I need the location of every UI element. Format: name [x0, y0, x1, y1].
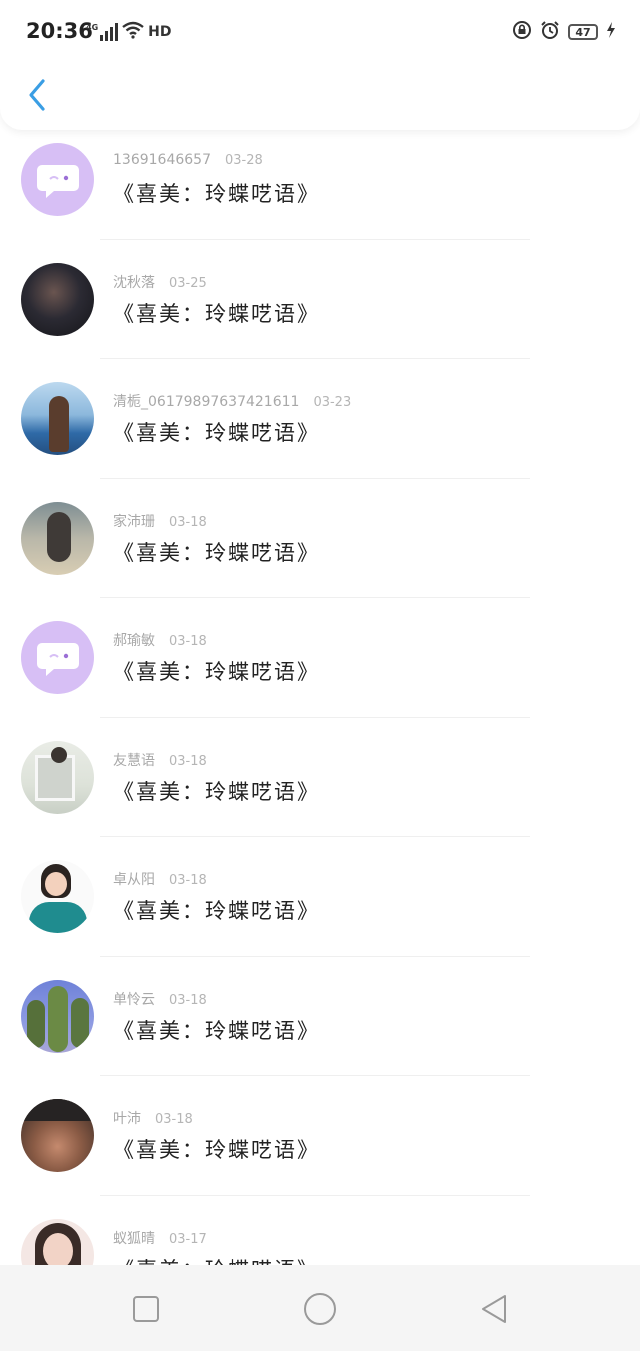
photo-avatar: [21, 263, 94, 336]
divider: [100, 597, 530, 598]
photo-avatar: [21, 502, 94, 575]
post-date: 03-17: [169, 1232, 207, 1247]
list-item[interactable]: 卓从阳 03-18 《喜美：玲蝶呓语》: [0, 847, 640, 967]
author-name: 郝瑜敏: [113, 633, 155, 649]
divider: [100, 478, 530, 479]
divider: [100, 358, 530, 359]
triangle-back-icon: [482, 1295, 506, 1323]
author-name: 单怜云: [113, 992, 155, 1008]
item-title: 《喜美：玲蝶呓语》: [113, 182, 320, 206]
item-title: 《喜美：玲蝶呓语》: [113, 899, 320, 923]
divider: [100, 836, 530, 837]
photo-avatar: [21, 1099, 94, 1172]
author-name: 叶沛: [113, 1111, 141, 1127]
back-button[interactable]: [20, 76, 54, 114]
post-date: 03-25: [169, 276, 207, 291]
list-item[interactable]: 单怜云 03-18 《喜美：玲蝶呓语》: [0, 966, 640, 1086]
status-bar: 20:36 4G HD 47: [0, 0, 640, 64]
chevron-left-icon: [29, 79, 45, 111]
recent-apps-button[interactable]: [124, 1287, 168, 1331]
system-navigation-bar: [0, 1265, 640, 1351]
photo-avatar: [21, 980, 94, 1053]
list-item[interactable]: 家沛珊 03-18 《喜美：玲蝶呓语》: [0, 488, 640, 608]
network-type-label: 4G: [86, 23, 99, 32]
post-date: 03-18: [169, 515, 207, 530]
default-chat-avatar: [21, 143, 94, 216]
list-item[interactable]: 蚁狐晴 03-17 《喜美：玲蝶呓语》: [0, 1206, 640, 1265]
item-title: 《喜美：玲蝶呓语》: [113, 780, 320, 804]
post-date: 03-18: [169, 993, 207, 1008]
author-name: 13691646657: [113, 152, 211, 168]
list-item[interactable]: 13691646657 03-28 《喜美：玲蝶呓语》: [0, 130, 640, 250]
item-meta: 郝瑜敏 03-18: [113, 630, 207, 650]
post-date: 03-18: [155, 1112, 193, 1127]
lock-rotation-icon: [512, 20, 532, 44]
divider: [100, 956, 530, 957]
app-header: 20:36 4G HD 47: [0, 0, 640, 130]
photo-avatar: [21, 1219, 94, 1265]
post-date: 03-18: [169, 754, 207, 769]
charging-icon: [606, 22, 616, 42]
post-date: 03-18: [169, 873, 207, 888]
status-time: 20:36: [26, 19, 93, 43]
divider: [100, 717, 530, 718]
author-name: 沈秋落: [113, 275, 155, 291]
item-meta: 蚁狐晴 03-17: [113, 1228, 207, 1248]
network-indicators: 4G HD: [86, 20, 171, 44]
wifi-icon: [122, 21, 144, 43]
item-title: 《喜美：玲蝶呓语》: [113, 1019, 320, 1043]
divider: [100, 1075, 530, 1076]
hd-label: HD: [148, 24, 172, 40]
square-icon: [133, 1296, 159, 1322]
author-name: 友慧语: [113, 753, 155, 769]
circle-icon: [304, 1293, 336, 1325]
message-list: 13691646657 03-28 《喜美：玲蝶呓语》 沈秋落 03-25 《喜美：…: [0, 130, 640, 1265]
photo-avatar: [21, 382, 94, 455]
divider: [100, 1195, 530, 1196]
post-date: 03-18: [169, 634, 207, 649]
item-meta: 沈秋落 03-25: [113, 272, 207, 292]
divider: [100, 239, 530, 240]
post-date: 03-28: [224, 153, 263, 168]
item-meta: 单怜云 03-18: [113, 989, 207, 1009]
item-title: 《喜美：玲蝶呓语》: [113, 1138, 320, 1162]
item-meta: 清栀_06179897637421611 03-23: [113, 391, 351, 411]
home-button[interactable]: [298, 1287, 342, 1331]
item-meta: 13691646657 03-28: [113, 152, 263, 168]
item-title: 《喜美：玲蝶呓语》: [113, 660, 320, 684]
battery-indicator: 47: [568, 24, 598, 40]
chat-bubble-icon: [36, 164, 79, 198]
author-name: 清栀_06179897637421611: [113, 394, 300, 410]
item-meta: 卓从阳 03-18: [113, 869, 207, 889]
item-title: 《喜美：玲蝶呓语》: [113, 541, 320, 565]
list-item[interactable]: 友慧语 03-18 《喜美：玲蝶呓语》: [0, 727, 640, 847]
item-meta: 家沛珊 03-18: [113, 511, 207, 531]
list-item[interactable]: 清栀_06179897637421611 03-23 《喜美：玲蝶呓语》: [0, 369, 640, 489]
item-title: 《喜美：玲蝶呓语》: [113, 421, 320, 445]
item-meta: 叶沛 03-18: [113, 1108, 193, 1128]
nav-back-button[interactable]: [472, 1287, 516, 1331]
author-name: 蚁狐晴: [113, 1231, 155, 1247]
list-item[interactable]: 郝瑜敏 03-18 《喜美：玲蝶呓语》: [0, 608, 640, 728]
alarm-icon: [540, 20, 560, 44]
signal-icon: 4G: [86, 23, 119, 41]
item-title: 《喜美：玲蝶呓语》: [113, 1254, 320, 1265]
author-name: 家沛珊: [113, 514, 155, 530]
item-meta: 友慧语 03-18: [113, 750, 207, 770]
system-indicators: 47: [512, 20, 616, 44]
photo-avatar: [21, 741, 94, 814]
photo-avatar: [21, 860, 94, 933]
item-title: 《喜美：玲蝶呓语》: [113, 302, 320, 326]
list-item[interactable]: 叶沛 03-18 《喜美：玲蝶呓语》: [0, 1086, 640, 1206]
author-name: 卓从阳: [113, 872, 155, 888]
post-date: 03-23: [313, 395, 352, 410]
list-item[interactable]: 沈秋落 03-25 《喜美：玲蝶呓语》: [0, 249, 640, 369]
default-chat-avatar: [21, 621, 94, 694]
chat-bubble-icon: [36, 642, 79, 676]
